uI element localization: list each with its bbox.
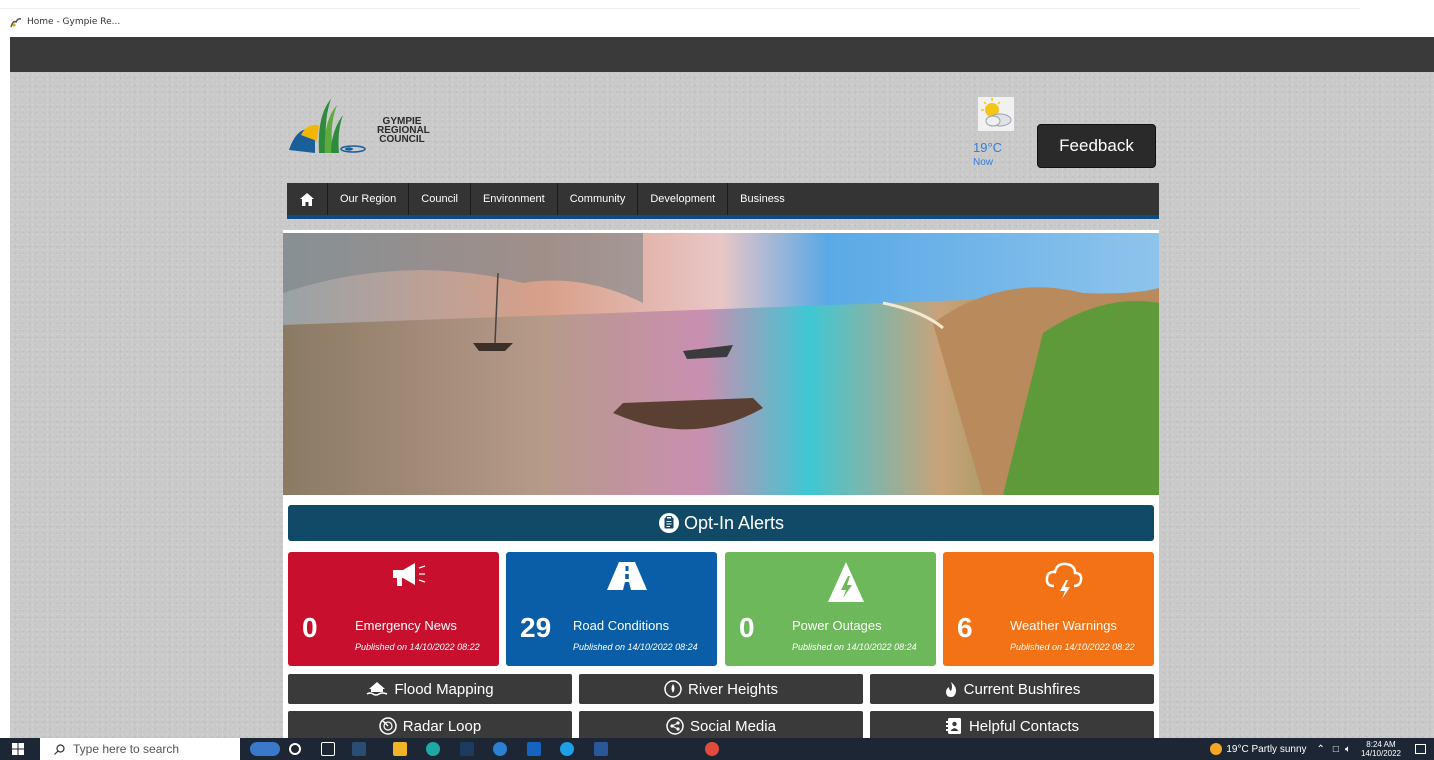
cortana-icon[interactable] (289, 743, 301, 755)
megaphone-icon (392, 563, 425, 586)
main-navigation: Our Region Council Environment Community… (287, 183, 1159, 219)
browser-title-bar: Home - Gympie Re... (0, 0, 1434, 37)
photoshop-icon[interactable] (460, 742, 474, 756)
alert-published: Published on 14/10/2022 08:22 (355, 642, 480, 652)
title-bar-divider (0, 8, 1360, 9)
alert-count: 0 (302, 612, 318, 643)
contacts-icon (945, 718, 961, 734)
alert-card-power-outages[interactable]: 0 Power Outages Published on 14/10/2022 … (725, 552, 936, 666)
site-favicon-icon (10, 18, 22, 28)
tray-chevron-up-icon[interactable]: ⌃ (1317, 744, 1325, 755)
clock-date: 14/10/2022 (1360, 749, 1401, 758)
alert-card-emergency-news[interactable]: 0 Emergency News Published on 14/10/2022… (288, 552, 499, 666)
radar-loop-label: Radar Loop (402, 717, 482, 735)
flood-mapping-button[interactable]: Flood Mapping (288, 674, 572, 704)
fire-icon (945, 681, 956, 697)
nav-item-community[interactable]: Community (558, 183, 639, 215)
opt-in-alerts-label: Opt-In Alerts (683, 512, 785, 533)
logo-wordmark: GYMPIE REGIONAL COUNCIL (377, 117, 430, 145)
browser-tab-title[interactable]: Home - Gympie Re... (27, 17, 120, 27)
network-icon[interactable]: □ (1333, 744, 1339, 755)
main-content: Opt-In Alerts 0 Emergency News Published… (283, 230, 1159, 738)
road-icon (606, 562, 647, 590)
power-icon (827, 562, 864, 602)
taskbar-search-box[interactable]: Type here to search (40, 738, 240, 760)
helpful-contacts-label: Helpful Contacts (968, 717, 1080, 735)
opt-in-alerts-bar[interactable]: Opt-In Alerts (288, 505, 1154, 541)
nav-item-development[interactable]: Development (638, 183, 729, 215)
river-heights-label: River Heights (687, 680, 779, 698)
partly-sunny-icon (978, 97, 1014, 131)
windows-start-icon[interactable] (12, 743, 24, 755)
word-icon[interactable] (594, 742, 608, 756)
taskbar-clock[interactable]: 8:24 AM 14/10/2022 (1361, 740, 1401, 758)
nav-item-business[interactable]: Business (728, 183, 797, 215)
edge-icon[interactable] (426, 742, 440, 756)
alert-card-road-conditions[interactable]: 29 Road Conditions Published on 14/10/20… (506, 552, 717, 666)
internet-explorer-icon[interactable] (493, 742, 507, 756)
current-bushfires-button[interactable]: Current Bushfires (870, 674, 1154, 704)
flood-mapping-label: Flood Mapping (394, 680, 494, 698)
alert-published: Published on 14/10/2022 08:24 (792, 642, 917, 652)
hero-banner-image (283, 233, 1159, 495)
weather-temperature: 19°C (973, 140, 1003, 155)
flood-house-icon (366, 682, 388, 696)
widgets-icon[interactable] (250, 742, 280, 756)
nav-item-environment[interactable]: Environment (471, 183, 558, 215)
storm-icon (1045, 562, 1082, 599)
weather-sun-icon (1210, 743, 1223, 755)
river-heights-button[interactable]: River Heights (579, 674, 863, 704)
lightroom-icon[interactable] (352, 742, 366, 756)
current-bushfires-label: Current Bushfires (963, 680, 1081, 698)
alert-label: Road Conditions (573, 618, 670, 633)
task-view-icon[interactable] (321, 742, 335, 756)
file-explorer-icon[interactable] (393, 742, 407, 756)
chrome-icon[interactable] (705, 742, 719, 756)
social-media-button[interactable]: Social Media (579, 711, 863, 738)
alert-count: 0 (739, 612, 755, 643)
helpful-contacts-button[interactable]: Helpful Contacts (870, 711, 1154, 738)
radar-loop-button[interactable]: Radar Loop (288, 711, 572, 738)
gauge-icon (664, 680, 682, 698)
nav-home-button[interactable] (287, 183, 328, 215)
clipboard-icon (658, 513, 679, 533)
notifications-icon[interactable] (1415, 744, 1426, 754)
clock-time: 8:24 AM (1366, 740, 1396, 749)
alert-card-weather-warnings[interactable]: 6 Weather Warnings Published on 14/10/20… (943, 552, 1154, 666)
alert-count: 6 (957, 612, 973, 643)
nav-item-council[interactable]: Council (409, 183, 471, 215)
feedback-button[interactable]: Feedback (1037, 124, 1156, 168)
alert-label: Emergency News (355, 618, 457, 633)
alert-label: Weather Warnings (1010, 618, 1117, 633)
tray-weather[interactable]: 19°C Partly sunny (1226, 744, 1306, 755)
alert-count: 29 (520, 612, 552, 643)
logo-line-3: COUNCIL (379, 134, 425, 145)
share-icon (666, 717, 684, 735)
outlook-icon[interactable] (527, 742, 541, 756)
alert-label: Power Outages (792, 618, 882, 633)
radar-icon (379, 717, 397, 735)
alert-published: Published on 14/10/2022 08:22 (1010, 642, 1135, 652)
system-tray: 19°C Partly sunny ⌃ □ 🔈︎ 8:24 AM 14/10/2… (1210, 738, 1434, 760)
search-icon (54, 743, 65, 755)
web-page: GYMPIE REGIONAL COUNCIL 19°C Now Feedbac… (10, 37, 1434, 738)
skype-icon[interactable] (560, 742, 574, 756)
nav-item-our-region[interactable]: Our Region (328, 183, 410, 215)
search-placeholder: Type here to search (73, 742, 180, 756)
weather-label: Now (973, 157, 994, 168)
alert-published: Published on 14/10/2022 08:24 (573, 642, 698, 652)
weather-widget[interactable]: 19°C Now (973, 97, 1017, 168)
page-top-bar (10, 37, 1434, 72)
volume-icon[interactable]: 🔈︎ (1345, 744, 1351, 755)
windows-taskbar: Type here to search 19°C Partly sunny ⌃ … (0, 738, 1434, 760)
home-icon (300, 192, 314, 206)
social-media-label: Social Media (690, 717, 776, 735)
